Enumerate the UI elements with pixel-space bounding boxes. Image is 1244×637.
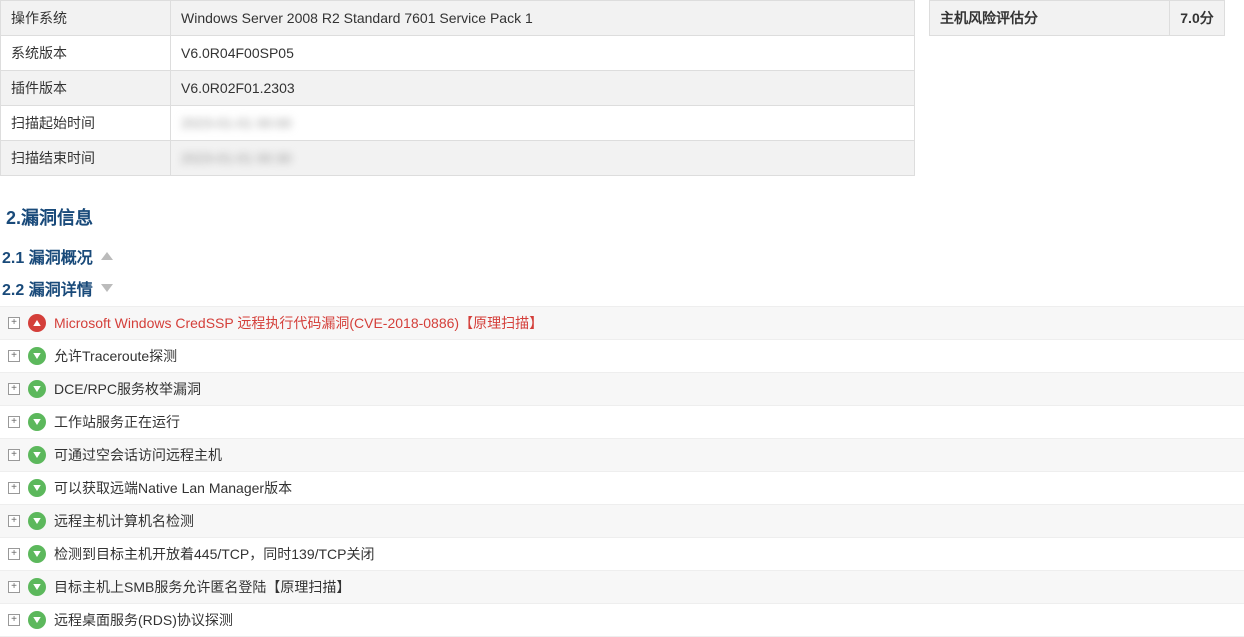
info-value: Windows Server 2008 R2 Standard 7601 Ser… (171, 1, 915, 36)
section-2-title: 2.漏洞信息 (6, 204, 1244, 230)
info-row: 系统版本V6.0R04F00SP05 (1, 36, 915, 71)
vulnerability-list: + Microsoft Windows CredSSP 远程执行代码漏洞(CVE-… (0, 306, 1244, 637)
info-row: 操作系统Windows Server 2008 R2 Standard 7601… (1, 1, 915, 36)
vulnerability-name: 可以获取远端Native Lan Manager版本 (54, 478, 292, 498)
vulnerability-row[interactable]: + 允许Traceroute探测 (0, 339, 1244, 372)
info-value: V6.0R04F00SP05 (171, 36, 915, 71)
info-label: 插件版本 (1, 71, 171, 106)
info-row: 扫描结束时间2023-01-01 00:30 (1, 141, 915, 176)
severity-high-icon (28, 314, 46, 332)
subsection-2-2-label: 2.2 漏洞详情 (2, 276, 93, 300)
info-row: 扫描起始时间2023-01-01 00:00 (1, 106, 915, 141)
vulnerability-name: DCE/RPC服务枚举漏洞 (54, 379, 201, 399)
vulnerability-row[interactable]: + 工作站服务正在运行 (0, 405, 1244, 438)
severity-low-icon (28, 479, 46, 497)
vulnerability-name: 远程主机计算机名检测 (54, 511, 194, 531)
expand-icon[interactable]: + (8, 548, 20, 560)
vulnerability-row[interactable]: + 可通过空会话访问远程主机 (0, 438, 1244, 471)
vulnerability-name: 检测到目标主机开放着445/TCP，同时139/TCP关闭 (54, 544, 375, 564)
vulnerability-name: Microsoft Windows CredSSP 远程执行代码漏洞(CVE-2… (54, 313, 543, 333)
vulnerability-name: 工作站服务正在运行 (54, 412, 180, 432)
vulnerability-row[interactable]: + 检测到目标主机开放着445/TCP，同时139/TCP关闭 (0, 537, 1244, 570)
vulnerability-name: 远程桌面服务(RDS)协议探测 (54, 610, 233, 630)
severity-low-icon (28, 611, 46, 629)
risk-score-box: 主机风险评估分 7.0分 (929, 0, 1225, 36)
vulnerability-name: 允许Traceroute探测 (54, 346, 177, 366)
info-value: 2023-01-01 00:30 (171, 141, 915, 176)
risk-score-label: 主机风险评估分 (930, 1, 1170, 36)
expand-icon[interactable]: + (8, 449, 20, 461)
info-label: 扫描起始时间 (1, 106, 171, 141)
expand-icon[interactable]: + (8, 482, 20, 494)
severity-low-icon (28, 413, 46, 431)
chevron-up-icon (101, 252, 113, 260)
expand-icon[interactable]: + (8, 515, 20, 527)
expand-icon[interactable]: + (8, 416, 20, 428)
vulnerability-row[interactable]: + Microsoft Windows CredSSP 远程执行代码漏洞(CVE-… (0, 306, 1244, 339)
expand-icon[interactable]: + (8, 317, 20, 329)
subsection-2-2[interactable]: 2.2 漏洞详情 (2, 276, 1244, 300)
expand-icon[interactable]: + (8, 581, 20, 593)
vulnerability-name: 目标主机上SMB服务允许匿名登陆【原理扫描】 (54, 577, 350, 597)
chevron-down-icon (101, 284, 113, 292)
info-label: 扫描结束时间 (1, 141, 171, 176)
risk-score-value: 7.0分 (1170, 1, 1225, 36)
expand-icon[interactable]: + (8, 350, 20, 362)
severity-low-icon (28, 446, 46, 464)
info-label: 操作系统 (1, 1, 171, 36)
vulnerability-row[interactable]: + DCE/RPC服务枚举漏洞 (0, 372, 1244, 405)
subsection-2-1-label: 2.1 漏洞概况 (2, 244, 93, 268)
expand-icon[interactable]: + (8, 614, 20, 626)
vulnerability-row[interactable]: + 远程主机计算机名检测 (0, 504, 1244, 537)
severity-low-icon (28, 545, 46, 563)
info-label: 系统版本 (1, 36, 171, 71)
info-value: V6.0R02F01.2303 (171, 71, 915, 106)
vulnerability-row[interactable]: + 可以获取远端Native Lan Manager版本 (0, 471, 1244, 504)
expand-icon[interactable]: + (8, 383, 20, 395)
severity-low-icon (28, 347, 46, 365)
severity-low-icon (28, 578, 46, 596)
subsection-2-1[interactable]: 2.1 漏洞概况 (2, 244, 1244, 268)
vulnerability-name: 可通过空会话访问远程主机 (54, 445, 222, 465)
host-info-table: 操作系统Windows Server 2008 R2 Standard 7601… (0, 0, 915, 176)
vulnerability-row[interactable]: + 目标主机上SMB服务允许匿名登陆【原理扫描】 (0, 570, 1244, 603)
info-row: 插件版本V6.0R02F01.2303 (1, 71, 915, 106)
info-value: 2023-01-01 00:00 (171, 106, 915, 141)
severity-low-icon (28, 380, 46, 398)
severity-low-icon (28, 512, 46, 530)
vulnerability-row[interactable]: + 远程桌面服务(RDS)协议探测 (0, 603, 1244, 636)
